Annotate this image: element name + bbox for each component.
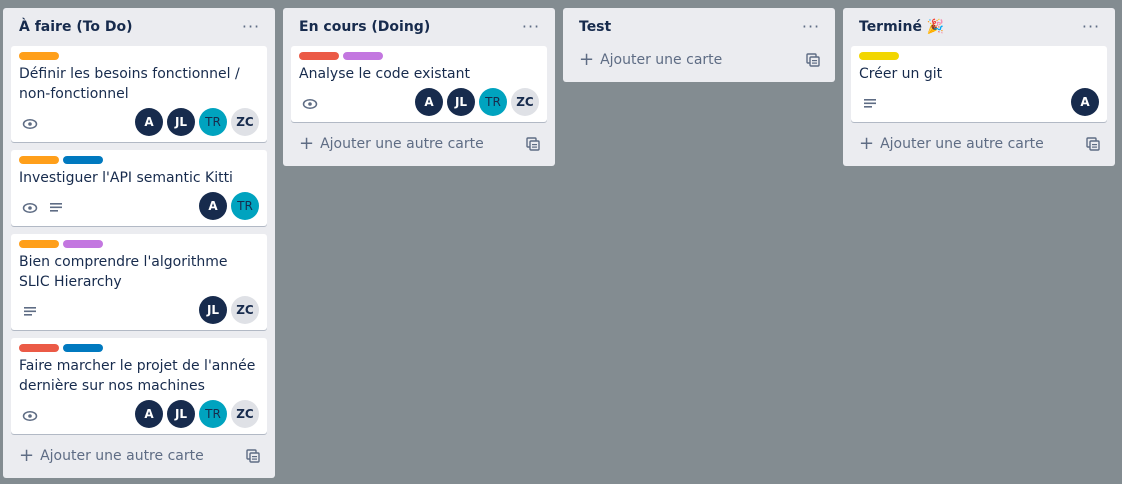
card-badges xyxy=(19,304,38,324)
list-done: Terminé 🎉 ··· Créer un git A + Ajouter u… xyxy=(843,8,1115,166)
add-card-label: Ajouter une autre carte xyxy=(320,136,484,152)
card-title: Créer un git xyxy=(859,66,943,82)
card-badges xyxy=(299,96,318,116)
list-doing: En cours (Doing) ··· Analyse le code exi… xyxy=(283,8,555,166)
avatar[interactable]: ZC xyxy=(511,88,539,116)
card-labels xyxy=(19,344,259,352)
avatar[interactable]: JL xyxy=(447,88,475,116)
list-title[interactable]: Test xyxy=(579,19,611,35)
add-card-button[interactable]: + Ajouter une carte xyxy=(571,46,827,74)
list-title[interactable]: À faire (To Do) xyxy=(19,19,133,35)
label-yellow xyxy=(859,52,899,60)
label-purple xyxy=(63,240,103,248)
card-badges xyxy=(859,96,878,116)
card-title: Bien comprendre l'algorithme SLIC Hierar… xyxy=(19,254,228,290)
eye-icon xyxy=(302,96,318,112)
add-card-button[interactable]: + Ajouter une autre carte xyxy=(11,442,267,470)
card-title: Analyse le code existant xyxy=(299,66,470,82)
eye-icon xyxy=(22,408,38,424)
card-title: Investiguer l'API semantic Kitti xyxy=(19,170,233,186)
avatar[interactable]: JL xyxy=(167,400,195,428)
avatar[interactable]: A xyxy=(1071,88,1099,116)
card-members: A TR xyxy=(199,192,259,220)
list-header: Terminé 🎉 ··· xyxy=(851,8,1107,46)
card[interactable]: Définir les besoins fonctionnel / non-fo… xyxy=(11,46,267,142)
avatar[interactable]: TR xyxy=(199,400,227,428)
add-card-label: Ajouter une carte xyxy=(600,52,723,68)
list-menu-icon[interactable]: ··· xyxy=(519,15,543,39)
card[interactable]: Bien comprendre l'algorithme SLIC Hierar… xyxy=(11,234,267,330)
card-labels xyxy=(19,52,259,60)
add-card-button[interactable]: + Ajouter une autre carte xyxy=(291,130,547,158)
board: À faire (To Do) ··· Définir les besoins … xyxy=(0,0,1122,484)
avatar[interactable]: A xyxy=(199,192,227,220)
plus-icon: + xyxy=(299,133,315,154)
add-card-button[interactable]: + Ajouter une autre carte xyxy=(851,130,1107,158)
description-icon xyxy=(48,200,64,216)
list-title[interactable]: Terminé 🎉 xyxy=(859,19,944,35)
avatar[interactable]: A xyxy=(135,108,163,136)
avatar[interactable]: ZC xyxy=(231,400,259,428)
label-orange xyxy=(19,156,59,164)
label-purple xyxy=(343,52,383,60)
label-orange xyxy=(19,240,59,248)
plus-icon: + xyxy=(859,133,875,154)
card-members: A JL TR ZC xyxy=(415,88,539,116)
card-labels xyxy=(19,240,259,248)
avatar[interactable]: TR xyxy=(199,108,227,136)
card-labels xyxy=(859,52,1099,60)
card[interactable]: Faire marcher le projet de l'année derni… xyxy=(11,338,267,434)
card[interactable]: Analyse le code existant A JL TR ZC xyxy=(291,46,547,122)
add-card-label: Ajouter une autre carte xyxy=(40,448,204,464)
card-members: A JL TR ZC xyxy=(135,108,259,136)
card-template-icon[interactable] xyxy=(1085,136,1101,152)
eye-icon xyxy=(22,116,38,132)
list-menu-icon[interactable]: ··· xyxy=(239,15,263,39)
card-members: A xyxy=(1071,88,1099,116)
avatar[interactable]: ZC xyxy=(231,296,259,324)
avatar[interactable]: TR xyxy=(231,192,259,220)
list-header: À faire (To Do) ··· xyxy=(11,8,267,46)
card[interactable]: Investiguer l'API semantic Kitti A TR xyxy=(11,150,267,226)
avatar[interactable]: A xyxy=(415,88,443,116)
eye-icon xyxy=(22,200,38,216)
label-red xyxy=(19,344,59,352)
description-icon xyxy=(22,304,38,320)
list-title[interactable]: En cours (Doing) xyxy=(299,19,430,35)
label-red xyxy=(299,52,339,60)
list-todo: À faire (To Do) ··· Définir les besoins … xyxy=(3,8,275,478)
card-labels xyxy=(19,156,259,164)
card-template-icon[interactable] xyxy=(525,136,541,152)
card-template-icon[interactable] xyxy=(805,52,821,68)
list-header: Test ··· xyxy=(571,8,827,46)
list-menu-icon[interactable]: ··· xyxy=(1079,15,1103,39)
label-orange xyxy=(19,52,59,60)
plus-icon: + xyxy=(579,49,595,70)
card-members: JL ZC xyxy=(199,296,259,324)
label-blue xyxy=(63,156,103,164)
card-template-icon[interactable] xyxy=(245,448,261,464)
card-badges xyxy=(19,200,64,220)
avatar[interactable]: ZC xyxy=(231,108,259,136)
list-header: En cours (Doing) ··· xyxy=(291,8,547,46)
card[interactable]: Créer un git A xyxy=(851,46,1107,122)
card-title: Définir les besoins fonctionnel / non-fo… xyxy=(19,66,240,102)
card-members: A JL TR ZC xyxy=(135,400,259,428)
card-title: Faire marcher le projet de l'année derni… xyxy=(19,358,256,394)
card-labels xyxy=(299,52,539,60)
plus-icon: + xyxy=(19,445,35,466)
card-badges xyxy=(19,408,38,428)
label-blue xyxy=(63,344,103,352)
avatar[interactable]: TR xyxy=(479,88,507,116)
avatar[interactable]: A xyxy=(135,400,163,428)
avatar[interactable]: JL xyxy=(199,296,227,324)
description-icon xyxy=(862,96,878,112)
list-menu-icon[interactable]: ··· xyxy=(799,15,823,39)
card-badges xyxy=(19,116,38,136)
list-test: Test ··· + Ajouter une carte xyxy=(563,8,835,82)
add-card-label: Ajouter une autre carte xyxy=(880,136,1044,152)
avatar[interactable]: JL xyxy=(167,108,195,136)
